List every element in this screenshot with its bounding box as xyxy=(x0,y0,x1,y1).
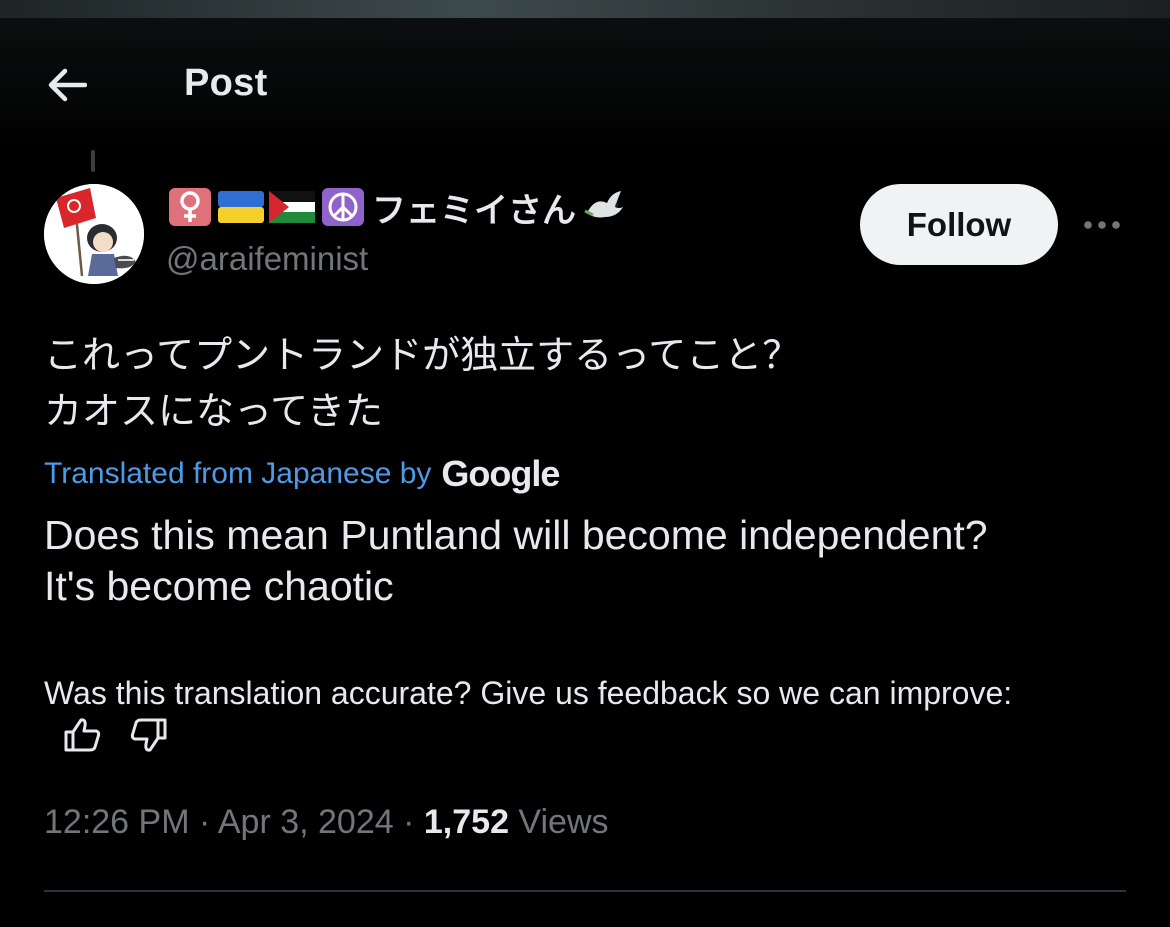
thread-line xyxy=(91,150,95,172)
post-meta: 12:26 PM · Apr 3, 2024 · 1,752 Views xyxy=(44,803,609,842)
thumbs-up-icon[interactable] xyxy=(62,717,102,753)
views-count: 1,752 xyxy=(423,803,509,841)
post-translation-text: Does this mean Puntland will become inde… xyxy=(44,510,988,612)
thumbs-down-icon[interactable] xyxy=(129,717,169,753)
author-name-row[interactable]: フェミイさん xyxy=(166,186,627,230)
display-name: フェミイさん xyxy=(372,191,576,230)
google-logo: Google xyxy=(441,453,560,494)
header-bar xyxy=(0,18,1170,150)
divider xyxy=(44,890,1126,892)
palestine-flag-icon xyxy=(268,187,315,227)
more-options-button[interactable] xyxy=(1078,206,1126,244)
translation-feedback: Was this translation accurate? Give us f… xyxy=(44,672,1044,758)
follow-button[interactable]: Follow xyxy=(860,184,1058,265)
avatar-image xyxy=(44,184,144,284)
post-original-line-1: これってプントランドが独立するってこと？ xyxy=(44,335,801,377)
feedback-text: Was this translation accurate? Give us f… xyxy=(44,675,1013,711)
dove-icon xyxy=(580,187,627,227)
views-label: Views xyxy=(508,803,609,841)
translated-label: Translated from Japanese by xyxy=(44,457,432,490)
more-horizontal-icon xyxy=(1084,221,1120,229)
post-timestamp[interactable]: 12:26 PM · Apr 3, 2024 · xyxy=(44,803,424,841)
post-original-line-2: カオスになってきた xyxy=(44,391,383,433)
translation-line-2: It's become chaotic xyxy=(44,563,394,609)
translation-line-1: Does this mean Puntland will become inde… xyxy=(44,512,988,558)
translated-by-link[interactable]: Translated from Japanese by Google xyxy=(44,452,560,496)
peace-symbol-icon xyxy=(319,187,366,227)
author-handle[interactable]: @araifeminist xyxy=(166,240,368,278)
ukraine-flag-icon xyxy=(217,187,264,227)
female-sign-icon xyxy=(166,187,213,227)
avatar[interactable] xyxy=(44,184,144,284)
back-button[interactable] xyxy=(44,62,90,108)
arrow-left-icon xyxy=(48,68,87,102)
status-bar-strip xyxy=(0,0,1170,18)
post-original-text: これってプントランドが独立するってこと？ カオスになってきた xyxy=(44,328,800,440)
page-title: Post xyxy=(184,62,268,104)
